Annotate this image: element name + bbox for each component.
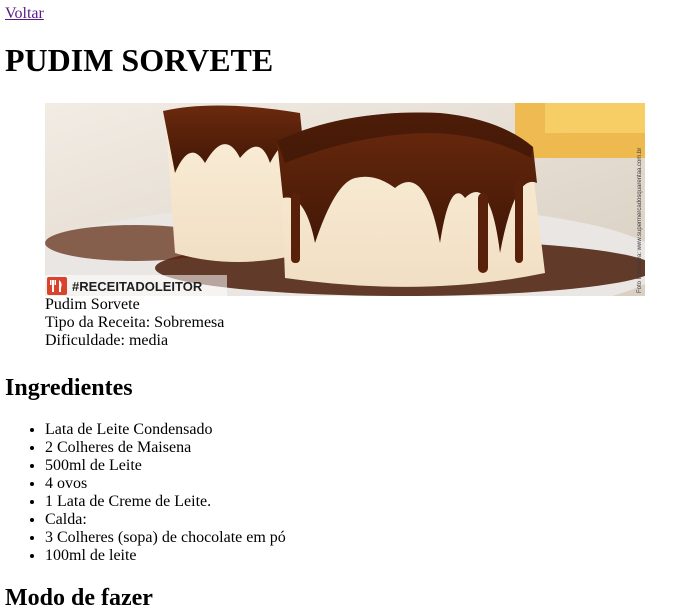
photo-overlay-tag: #RECEITADOLEITOR [72, 279, 203, 294]
list-item: 1 Lata de Creme de Leite. [45, 493, 286, 511]
method-heading: Modo de fazer [5, 585, 153, 611]
list-item: Lata de Leite Condensado [45, 421, 286, 439]
page-title: PUDIM SORVETE [5, 42, 274, 78]
photo-credit: Foto Ilustrativa: www.supermercadosquare… [637, 148, 643, 293]
list-item: 3 Colheres (sopa) de chocolate em pó [45, 529, 286, 547]
recipe-figure: #RECEITADOLEITOR Foto Ilustrativa: www.s… [45, 103, 645, 350]
recipe-photo: #RECEITADOLEITOR Foto Ilustrativa: www.s… [45, 103, 645, 296]
recipe-meta: Pudim Sorvete Tipo da Receita: Sobremesa… [45, 296, 645, 350]
recipe-difficulty: Dificuldade: media [45, 332, 169, 349]
ingredients-list: Lata de Leite Condensado 2 Colheres de M… [5, 421, 286, 565]
list-item: 500ml de Leite [45, 457, 286, 475]
back-link[interactable]: Voltar [5, 5, 44, 23]
recipe-type: Tipo da Receita: Sobremesa [45, 314, 225, 331]
recipe-name: Pudim Sorvete [45, 296, 140, 313]
list-item: 100ml de leite [45, 547, 286, 565]
list-item: 4 ovos [45, 475, 286, 493]
list-item: 2 Colheres de Maisena [45, 439, 286, 457]
list-item: Calda: [45, 511, 286, 529]
ingredients-heading: Ingredientes [5, 375, 133, 401]
